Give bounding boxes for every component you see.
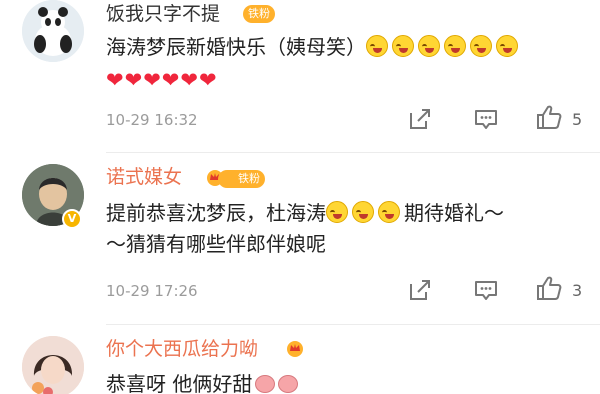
like-count: 3 [572, 281, 583, 300]
verified-v-icon: V [62, 209, 82, 229]
comment-item: V 诺式媒女 铁粉 提前恭喜沈梦辰，杜海涛 期待婚礼～ ～猜猜有哪些伴郎伴娘呢 1… [0, 152, 600, 324]
comment-text: 海涛梦辰新婚快乐（姨母笑） [106, 31, 522, 63]
thumbs-up-icon[interactable] [535, 274, 563, 302]
like-count: 5 [572, 110, 583, 129]
fan-badge: 铁粉 [243, 5, 275, 23]
username[interactable]: 诺式媒女 [106, 165, 182, 189]
comment-timestamp: 10-29 17:26 [106, 282, 198, 300]
comment-text-content: 恭喜呀 他俩好甜 [106, 372, 253, 394]
comment-text-line: 提前恭喜沈梦辰，杜海涛 期待婚礼～ [106, 197, 504, 229]
username[interactable]: 你个大西瓜给力呦 [106, 337, 258, 361]
crown-badge-icon [287, 341, 303, 357]
comment-text-content: 期待婚礼～ [404, 201, 504, 225]
avatar[interactable] [22, 0, 84, 62]
laugh-cry-emoji-icon [392, 35, 414, 57]
fan-badge: 铁粉 [218, 170, 265, 188]
share-icon[interactable] [406, 276, 434, 304]
laugh-cry-emoji-icon [378, 201, 400, 223]
laugh-cry-emoji-icon [352, 201, 374, 223]
laugh-cry-emoji-icon [418, 35, 440, 57]
comment-timestamp: 10-29 16:32 [106, 111, 198, 129]
laugh-cry-emoji-icon [470, 35, 492, 57]
share-icon[interactable] [406, 105, 434, 133]
avatar[interactable] [22, 336, 84, 394]
thumbs-up-icon[interactable] [535, 103, 563, 131]
laugh-cry-emoji-icon [496, 35, 518, 57]
laugh-cry-emoji-icon [366, 35, 388, 57]
comment-text: 恭喜呀 他俩好甜 [106, 368, 299, 394]
comment-text-content: 提前恭喜沈梦辰，杜海涛 [106, 201, 326, 225]
comment-text-content: 海涛梦辰新婚快乐（姨母笑） [106, 35, 366, 59]
comment-icon[interactable] [472, 105, 500, 133]
heart-emoji-row: ❤❤❤❤❤❤ [106, 68, 218, 92]
laugh-cry-emoji-icon [444, 35, 466, 57]
comment-icon[interactable] [472, 276, 500, 304]
pig-emoji-icon [255, 375, 276, 393]
comment-text-line: ～猜猜有哪些伴郎伴娘呢 [106, 232, 326, 256]
comment-item: 饭我只字不提 铁粉 海涛梦辰新婚快乐（姨母笑） ❤❤❤❤❤❤ 10-29 16:… [0, 0, 600, 152]
username[interactable]: 饭我只字不提 [106, 2, 220, 26]
pig-emoji-icon [278, 375, 299, 393]
comment-item: 你个大西瓜给力呦 恭喜呀 他俩好甜 [0, 324, 600, 394]
laugh-cry-emoji-icon [326, 201, 348, 223]
